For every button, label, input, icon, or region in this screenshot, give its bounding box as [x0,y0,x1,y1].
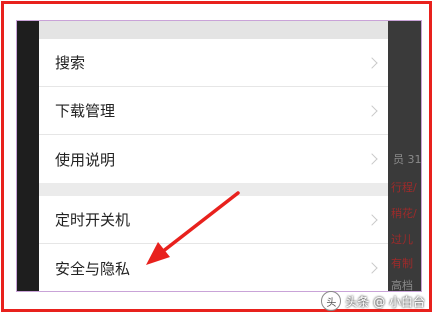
menu-item-label: 搜索 [55,54,86,72]
menu-item-download-manager[interactable]: 下载管理 [39,87,388,135]
menu-item-label: 安全与隐私 [55,259,131,278]
background-text: 行程/ [391,181,417,194]
chevron-right-icon [366,104,378,117]
background-text: 稍花/ [391,207,417,220]
menu-item-instructions[interactable]: 使用说明 [39,135,388,183]
app-screenshot: 员 31 行程/ 稍花/ 过儿 有制 高档 搜索 下载管理 使用说明 定时开关机 [16,20,422,292]
menu-group-1: 搜索 下载管理 使用说明 [39,39,388,183]
watermark-text: 头条 @ 小白台 [345,294,425,309]
menu-item-label: 定时开关机 [55,211,131,229]
watermark: 头 头条 @ 小白台 [321,291,425,311]
menu-item-search[interactable]: 搜索 [39,39,388,87]
menu-group-2: 定时开关机 安全与隐私 [39,196,388,291]
background-left-strip [17,21,39,291]
chevron-right-icon [366,213,378,226]
background-text: 有制 [391,257,413,270]
background-text: 员 31 [393,153,422,166]
chevron-right-icon [366,56,378,69]
chevron-right-icon [366,262,378,274]
menu-item-scheduled-power[interactable]: 定时开关机 [39,196,388,244]
background-text: 过儿 [391,233,413,246]
menu-top-divider [39,21,388,39]
menu-item-label: 使用说明 [55,150,116,169]
chevron-right-icon [366,153,378,165]
background-text: 高档 [391,279,413,292]
watermark-logo-icon: 头 [321,291,342,311]
menu-item-label: 下载管理 [55,102,116,120]
menu-item-security-privacy[interactable]: 安全与隐私 [39,244,388,291]
settings-menu: 搜索 下载管理 使用说明 定时开关机 安全与隐私 [39,21,388,291]
